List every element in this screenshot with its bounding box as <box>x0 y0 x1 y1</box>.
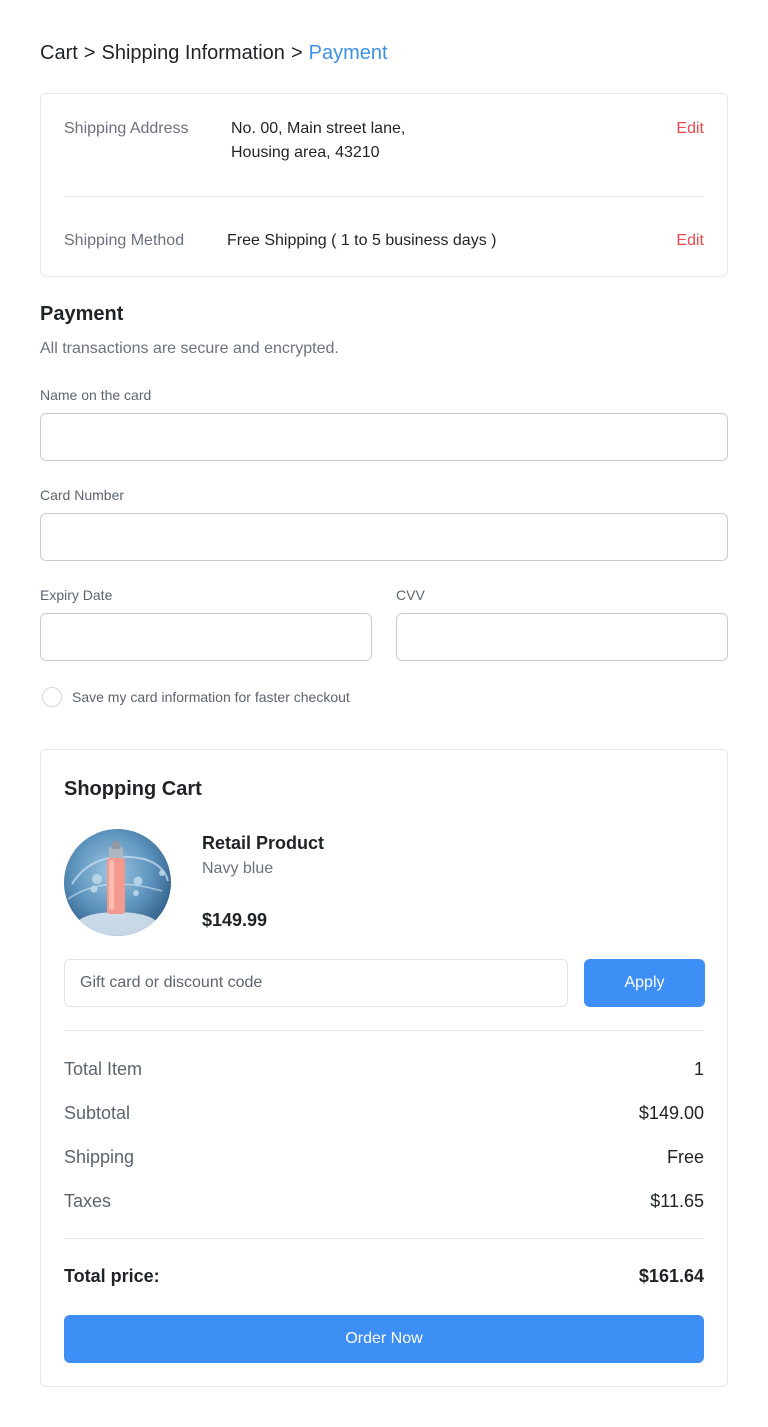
save-card-checkbox[interactable] <box>42 687 62 707</box>
breadcrumb: Cart > Shipping Information > Payment <box>40 42 388 65</box>
total-price-label: Total price: <box>64 1266 160 1286</box>
discount-code-input[interactable] <box>65 960 567 1006</box>
address-line-2: Housing area, 43210 <box>231 144 380 161</box>
summary-label: Subtotal <box>64 1102 131 1123</box>
shipping-summary-card: Shipping Address No. 00, Main street lan… <box>40 93 728 277</box>
summary-value: Free <box>666 1146 704 1167</box>
expiry-date-input[interactable] <box>41 614 371 660</box>
cvv-label: CVV <box>396 587 425 603</box>
product-variant: Navy blue <box>202 860 274 877</box>
apply-button[interactable]: Apply <box>584 959 705 1007</box>
divider <box>64 196 704 197</box>
summary-row-subtotal: Subtotal $149.00 <box>64 1101 704 1125</box>
shipping-method-value: Free Shipping ( 1 to 5 business days ) <box>227 232 497 249</box>
product-bottle-image <box>64 829 171 936</box>
total-price-row: Total price: $161.64 <box>64 1266 704 1287</box>
breadcrumb-separator: > <box>83 42 96 64</box>
edit-method-link[interactable]: Edit <box>676 232 704 250</box>
payment-subtitle: All transactions are secure and encrypte… <box>40 340 339 357</box>
card-number-label: Card Number <box>40 487 125 503</box>
discount-field <box>64 959 568 1007</box>
product-image-art <box>67 841 169 936</box>
card-number-field <box>40 513 728 561</box>
summary-row-total-item: Total Item 1 <box>64 1057 704 1081</box>
summary-value: $11.65 <box>650 1190 704 1211</box>
summary-row-shipping: Shipping Free <box>64 1145 704 1169</box>
product-price: $149.99 <box>202 910 268 930</box>
shipping-method-label: Shipping Method <box>64 232 185 249</box>
divider <box>64 1238 704 1239</box>
edit-address-link[interactable]: Edit <box>676 120 704 138</box>
summary-value: 1 <box>693 1058 704 1079</box>
total-price-value: $161.64 <box>638 1266 704 1286</box>
summary-label: Shipping <box>64 1146 135 1167</box>
name-on-card-label: Name on the card <box>40 387 152 403</box>
name-on-card-input[interactable] <box>41 414 727 460</box>
shipping-address-value: No. 00, Main street lane, Housing area, … <box>231 117 405 165</box>
shopping-cart-card: Shopping Cart Retail Product Navy blue $… <box>40 749 728 1387</box>
breadcrumb-payment: Payment <box>308 42 388 64</box>
expiry-date-label: Expiry Date <box>40 587 113 603</box>
breadcrumb-cart[interactable]: Cart <box>40 42 78 64</box>
shopping-cart-title: Shopping Cart <box>64 778 202 800</box>
card-number-input[interactable] <box>41 514 727 560</box>
expiry-date-field <box>40 613 372 661</box>
breadcrumb-shipping-information[interactable]: Shipping Information <box>101 42 284 64</box>
payment-title: Payment <box>40 303 124 325</box>
order-now-button[interactable]: Order Now <box>64 1315 704 1363</box>
name-on-card-field <box>40 413 728 461</box>
summary-label: Total Item <box>64 1058 143 1079</box>
breadcrumb-separator: > <box>290 42 303 64</box>
summary-row-taxes: Taxes $11.65 <box>64 1189 704 1213</box>
cvv-field <box>396 613 728 661</box>
cvv-input[interactable] <box>397 614 727 660</box>
address-line-1: No. 00, Main street lane, <box>231 120 406 137</box>
divider <box>64 1030 704 1031</box>
summary-label: Taxes <box>64 1190 112 1211</box>
summary-value: $149.00 <box>638 1102 704 1123</box>
shipping-address-label: Shipping Address <box>64 120 189 137</box>
product-name: Retail Product <box>202 833 325 853</box>
save-card-label[interactable]: Save my card information for faster chec… <box>72 689 350 705</box>
